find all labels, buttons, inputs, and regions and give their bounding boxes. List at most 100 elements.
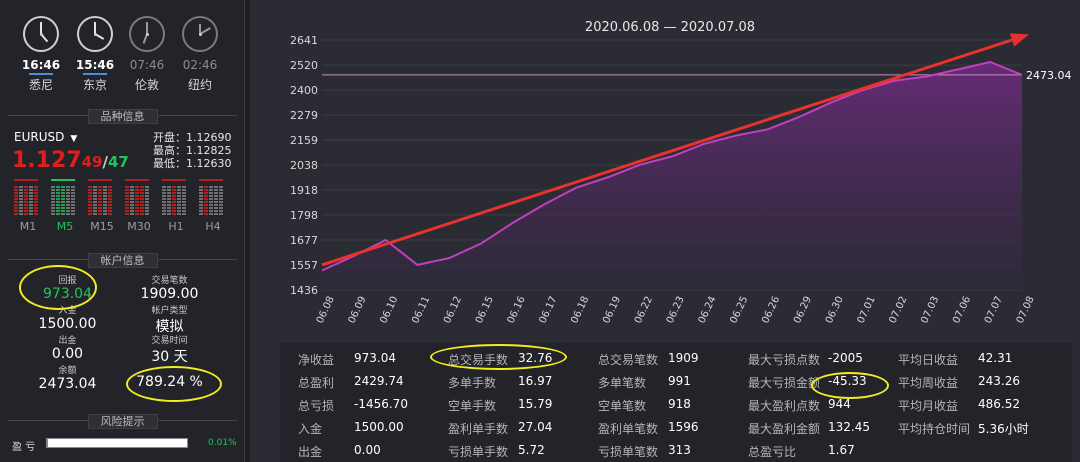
stat-label: 总交易笔数: [598, 353, 659, 367]
signal-level-bar: [140, 186, 144, 216]
price-bid-tail: 49: [81, 153, 103, 171]
signal-top-marker: [51, 179, 75, 181]
stat-value: 5.36小时: [978, 422, 1029, 436]
high-price: 最高：1.12825: [153, 144, 232, 157]
signal-level-bar: [88, 186, 92, 216]
y-tick-label: 2159: [290, 134, 318, 147]
signal-level-bar: [204, 186, 208, 216]
stat-label: 盈利单笔数: [598, 422, 659, 436]
stat-value: 918: [668, 397, 691, 411]
risk-progress-bar: [46, 438, 188, 448]
risk-label: 盈 亏: [12, 442, 36, 453]
stat-value: -2005: [828, 351, 863, 365]
timeframe-label[interactable]: M5: [51, 220, 79, 233]
highlight-ellipse: [126, 366, 222, 402]
stat-label: 亏损单手数: [448, 445, 509, 459]
signal-level-bar: [29, 186, 33, 216]
stat-label: 平均持仓时间: [898, 422, 971, 436]
timeframe-signal-h4[interactable]: [199, 179, 227, 216]
stat-label: 平均日收益: [898, 353, 959, 367]
chart-title: 2020.06.08 — 2020.07.08: [585, 20, 755, 35]
symbol-selector[interactable]: EURUSD ▼: [14, 130, 77, 144]
signal-level-bar: [34, 186, 38, 216]
x-tick-label: 06.26: [760, 295, 782, 326]
clock-city: 纽约: [187, 78, 212, 92]
x-tick-label: 06.22: [633, 295, 655, 326]
stat-label: 空单笔数: [598, 399, 647, 413]
stat-value: 486.52: [978, 397, 1020, 411]
signal-level-bar: [209, 186, 213, 216]
signal-level-bar: [108, 186, 112, 216]
y-tick-label: 1798: [290, 209, 318, 222]
stat-value: 42.31: [978, 351, 1013, 365]
section-title-risk: 风险提示: [0, 413, 245, 429]
x-tick-label: 06.08: [315, 295, 337, 326]
y-tick-label: 2279: [290, 109, 318, 122]
low-price: 最低：1.12630: [153, 157, 232, 170]
signal-level-bar: [14, 186, 18, 216]
y-tick-label: 2641: [290, 34, 318, 47]
x-tick-label: 06.12: [442, 295, 464, 326]
timeframe-label[interactable]: H4: [199, 220, 227, 233]
signal-level-bar: [125, 186, 129, 216]
signal-level-bar: [130, 186, 134, 216]
stat-value: 1909: [668, 351, 699, 365]
y-tick-label: 1677: [290, 234, 318, 247]
x-tick-label: 07.02: [887, 295, 909, 326]
x-tick-label: 06.30: [824, 295, 846, 326]
signal-level-bar: [135, 186, 139, 216]
x-tick-label: 06.25: [728, 295, 750, 326]
signal-level-bar: [219, 186, 223, 216]
trend-arrow-head: [1009, 33, 1030, 47]
signal-level-bar: [177, 186, 181, 216]
app-root: 16:46 悉尼 15:46 东京 07:46 伦敦 02:46 纽约 品种信息…: [0, 0, 1080, 462]
x-tick-label: 06.19: [601, 295, 623, 326]
account-trades: 交易笔数 1909.00: [140, 276, 199, 302]
symbol-price: 1.12749/47: [12, 148, 129, 173]
signal-level-bar: [19, 186, 23, 216]
timeframe-signal-m5[interactable]: [51, 179, 79, 216]
stat-value: 5.72: [518, 443, 545, 457]
timeframe-signal-h1[interactable]: [162, 179, 190, 216]
symbol-name: EURUSD: [14, 130, 65, 144]
x-tick-label: 06.16: [506, 295, 528, 326]
signal-top-marker: [199, 179, 223, 181]
stat-label: 盈利单手数: [448, 422, 509, 436]
risk-row: 盈 亏 0.01%: [12, 438, 237, 453]
stat-value: 313: [668, 443, 691, 457]
timeframe-label[interactable]: M30: [125, 220, 153, 233]
y-axis-ticks: 1436 1557 1677 1798 1918 2038 2159 2279 2400 2520…: [290, 34, 318, 297]
y-tick-label: 1436: [290, 284, 318, 297]
x-tick-label: 07.06: [951, 295, 973, 326]
stat-label: 最大亏损点数: [748, 353, 821, 367]
stat-label: 多单笔数: [598, 376, 647, 390]
main-panel: 2020.06.08 — 2020.07.08 1436 1557 1677 1798…: [250, 0, 1080, 462]
x-tick-label: 06.15: [474, 295, 496, 326]
signal-level-bar: [167, 186, 171, 216]
stat-value: 2429.74: [354, 374, 404, 388]
stat-value: 1500.00: [354, 420, 404, 434]
account-time: 交易时间 30 天: [151, 336, 188, 365]
stat-label: 平均周收益: [898, 376, 959, 390]
clock-time: 16:46: [21, 58, 61, 72]
stat-value: 991: [668, 374, 691, 388]
clock-face-icon: [77, 16, 113, 52]
timeframe-label[interactable]: M1: [14, 220, 42, 233]
signal-top-marker: [162, 179, 186, 181]
stat-value: 243.26: [978, 374, 1020, 388]
timeframe-label[interactable]: M15: [88, 220, 116, 233]
stat-value: 1596: [668, 420, 699, 434]
timeframe-signal-m1[interactable]: [14, 179, 42, 216]
clock-time: 15:46: [75, 58, 115, 72]
signal-level-bar: [66, 186, 70, 216]
timeframe-label[interactable]: H1: [162, 220, 190, 233]
stat-label: 最大盈利金额: [748, 422, 821, 436]
clock-london: 07:46 伦敦: [122, 16, 172, 93]
y-tick-label: 2520: [290, 59, 318, 72]
timeframe-signal-m15[interactable]: [88, 179, 116, 216]
timeframe-signal-m30[interactable]: [125, 179, 153, 216]
stat-value: 1.67: [828, 443, 855, 457]
x-tick-label: 06.17: [537, 295, 559, 326]
signal-top-marker: [125, 179, 149, 181]
x-tick-label: 06.29: [792, 295, 814, 326]
